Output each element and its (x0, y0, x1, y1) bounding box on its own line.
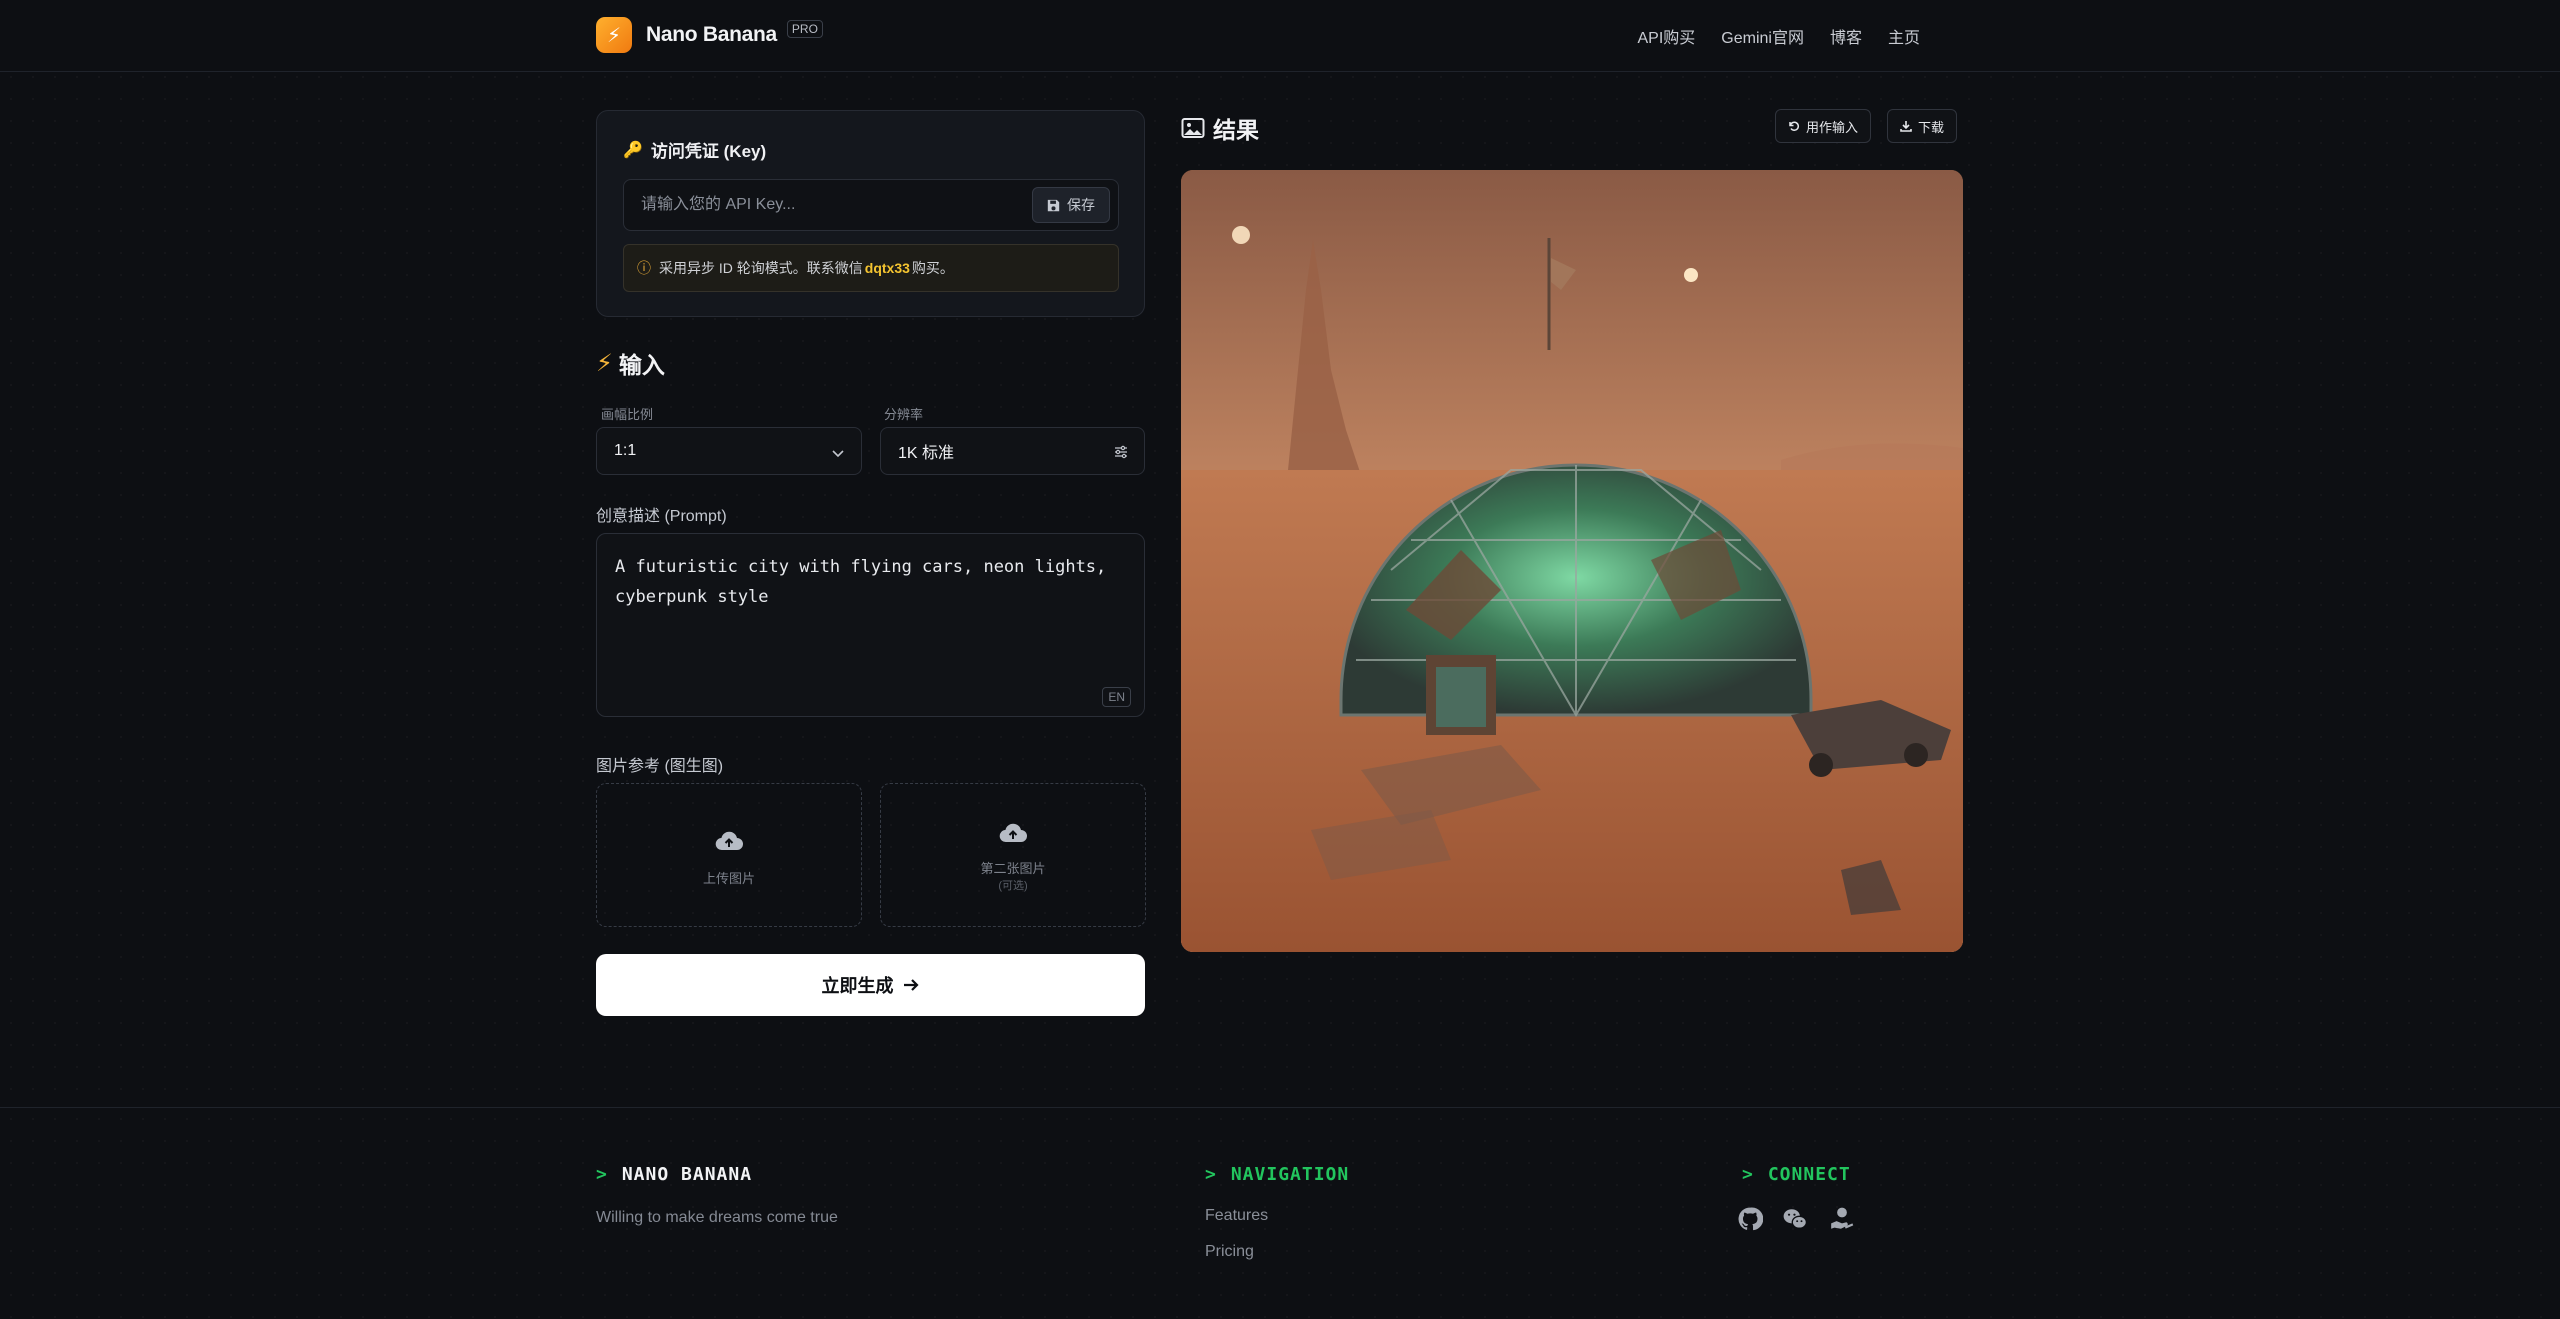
donate-icon[interactable] (1829, 1206, 1855, 1232)
nav-home[interactable]: 主页 (1888, 24, 1920, 48)
aspect-ratio-label: 画幅比例 (601, 407, 654, 422)
result-image[interactable] (1181, 170, 1963, 952)
use-as-input-button[interactable]: 用作输入 (1775, 109, 1872, 143)
floppy-icon (1047, 199, 1060, 211)
save-key-label: 保存 (1067, 197, 1095, 213)
save-key-button[interactable]: 保存 (1032, 187, 1110, 223)
use-as-input-label: 用作输入 (1806, 119, 1859, 135)
download-icon (1900, 121, 1912, 132)
api-key-field: 保存 (623, 179, 1119, 231)
terminal-prompt: > (1205, 1164, 1217, 1185)
prompt-textarea[interactable]: A futuristic city with flying cars, neon… (596, 533, 1145, 717)
nav-blog[interactable]: 博客 (1830, 24, 1862, 48)
footer-connect-heading: > CONNECT (1742, 1164, 1851, 1185)
info-icon: ⓘ (637, 260, 651, 276)
result-heading: 结果 (1181, 111, 1259, 145)
image-reference-label: 图片参考 (图生图) (596, 758, 724, 775)
brand[interactable]: ⚡ Nano Banana PRO (596, 17, 823, 53)
mars-dome-illustration (1181, 170, 1963, 952)
generate-label: 立即生成 (821, 976, 894, 996)
upload-image-1[interactable]: 上传图片 (596, 783, 862, 927)
key-card-title-text: 访问凭证 (Key) (650, 142, 767, 161)
footer-brand: NANO BANANA (621, 1164, 753, 1185)
api-key-card: 🔑 访问凭证 (Key) 保存 ⓘ 采用异步 ID 轮询模式。联系微信 dqtx… (596, 110, 1145, 317)
nav-api-purchase[interactable]: API购买 (1637, 24, 1695, 48)
image-icon (1181, 118, 1205, 138)
resolution-label: 分辨率 (884, 407, 924, 422)
terminal-prompt: > (596, 1164, 608, 1185)
generate-button[interactable]: 立即生成 (596, 954, 1145, 1016)
input-heading-text: 输入 (618, 352, 665, 378)
site-footer: > NANO BANANA Willing to make dreams come… (0, 1107, 2560, 1319)
pro-badge: PRO (786, 20, 823, 38)
result-heading-text: 结果 (1213, 117, 1259, 143)
arrow-right-icon (903, 979, 919, 991)
upload-image-2-optional: (可选) (998, 880, 1028, 892)
bolt-icon: ⚡ (596, 17, 632, 53)
nav-gemini-site[interactable]: Gemini官网 (1721, 24, 1804, 48)
notice-text-end: 购买。 (911, 260, 954, 276)
chevron-down-icon (832, 450, 844, 458)
cloud-upload-icon (715, 831, 743, 851)
footer-tagline: Willing to make dreams come true (596, 1209, 838, 1226)
language-badge[interactable]: EN (1102, 687, 1131, 707)
prompt-label: 创意描述 (Prompt) (596, 508, 727, 525)
footer-nav-title: NAVIGATION (1230, 1164, 1350, 1185)
download-label: 下载 (1918, 119, 1945, 135)
brand-name: Nano Banana (646, 23, 777, 46)
footer-link-pricing[interactable]: Pricing (1205, 1243, 1254, 1261)
wechat-icon[interactable] (1782, 1206, 1808, 1232)
footer-connect-title: CONNECT (1767, 1164, 1851, 1185)
async-notice: ⓘ 采用异步 ID 轮询模式。联系微信 dqtx33 购买。 (623, 244, 1119, 292)
footer-nav-heading: > NAVIGATION (1205, 1164, 1349, 1185)
top-header: ⚡ Nano Banana PRO API购买 Gemini官网 博客 主页 (0, 0, 2560, 72)
bolt-icon: ⚡ (596, 349, 613, 377)
upload-image-2[interactable]: 第二张图片 (可选) (880, 783, 1146, 927)
key-icon: 🔑 (623, 141, 643, 159)
aspect-ratio-select[interactable]: 1:1 (596, 427, 862, 475)
sliders-icon (1115, 445, 1127, 459)
cloud-upload-icon (999, 823, 1027, 843)
upload-image-1-label: 上传图片 (702, 871, 755, 886)
terminal-prompt: > (1742, 1164, 1754, 1185)
resolution-select[interactable]: 1K 标准 (880, 427, 1145, 475)
footer-brand-heading: > NANO BANANA (596, 1164, 752, 1185)
top-nav: API购买 Gemini官网 博客 主页 (1637, 24, 1920, 48)
key-card-title: 🔑 访问凭证 (Key) (623, 137, 766, 162)
footer-link-features[interactable]: Features (1205, 1207, 1268, 1225)
aspect-ratio-value: 1:1 (614, 442, 637, 459)
upload-image-2-label: 第二张图片 (980, 861, 1046, 876)
github-icon[interactable] (1737, 1206, 1763, 1232)
resolution-value: 1K 标准 (898, 445, 955, 462)
input-heading: ⚡ 输入 (596, 346, 665, 380)
api-key-input[interactable] (624, 180, 1024, 230)
download-button[interactable]: 下载 (1887, 109, 1958, 143)
notice-text: 采用异步 ID 轮询模式。联系微信 (659, 260, 863, 276)
undo-icon (1789, 121, 1800, 131)
prompt-value: A futuristic city with flying cars, neon… (615, 557, 1107, 607)
wechat-contact: dqtx33 (864, 260, 910, 276)
